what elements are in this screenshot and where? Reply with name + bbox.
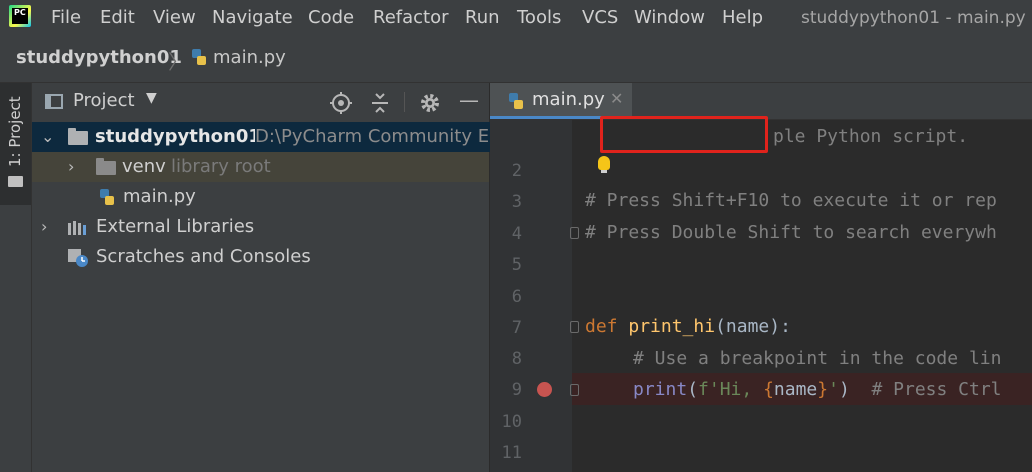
library-root-hint: library root bbox=[171, 156, 271, 177]
fold-marker-icon[interactable] bbox=[570, 321, 579, 333]
code-editor[interactable]: 2 3 4 5 6 7 8 9 10 11 ple Python script.… bbox=[490, 120, 1032, 472]
fold-marker-icon[interactable] bbox=[570, 227, 579, 239]
collapse-all-icon[interactable] bbox=[370, 92, 390, 114]
folder-icon bbox=[8, 176, 23, 187]
python-file-icon bbox=[100, 189, 114, 205]
fold-marker-icon[interactable] bbox=[570, 384, 579, 396]
tree-row-external-libraries[interactable]: › External Libraries bbox=[32, 212, 489, 242]
code-line-3: # Press Shift+F10 to execute it or rep bbox=[585, 190, 997, 211]
project-view-selector[interactable]: Project bbox=[73, 90, 135, 111]
fstring-var: name bbox=[773, 379, 818, 400]
line-number: 11 bbox=[501, 443, 522, 463]
code-line-9: print(f'Hi, {name}') # Press Ctrl bbox=[633, 379, 1002, 400]
line-number: 6 bbox=[511, 287, 522, 307]
tab-label: main.py bbox=[532, 89, 605, 110]
project-tool-tab-label[interactable]: 1: Project bbox=[6, 92, 26, 172]
menu-file[interactable]: File bbox=[51, 6, 81, 30]
tree-row-main-py[interactable]: main.py bbox=[32, 182, 489, 212]
paren-close: ) bbox=[838, 379, 850, 400]
project-root-name: studdypython01 bbox=[95, 126, 261, 147]
project-panel: Project ▼ — ⌄ studdypython01 D:\PyCharm bbox=[32, 83, 780, 472]
function-name: print_hi bbox=[628, 316, 716, 337]
breadcrumb-separator-icon: 〉 bbox=[168, 50, 188, 74]
breadcrumb: studdypython01 〉 main.py bbox=[0, 36, 1032, 83]
chevron-right-icon[interactable]: › bbox=[41, 212, 47, 242]
breadcrumb-file[interactable]: main.py bbox=[213, 47, 286, 68]
code-line-1-tail: ple Python script. bbox=[773, 126, 969, 147]
menu-refactor[interactable]: Refactor bbox=[373, 6, 449, 30]
scratches-icon bbox=[68, 249, 88, 267]
menu-navigate[interactable]: Navigate bbox=[212, 6, 293, 30]
fstring-brace-open: { bbox=[763, 379, 774, 400]
window-title: studdypython01 - main.py bbox=[801, 8, 1026, 28]
folder-icon bbox=[68, 128, 88, 145]
line-number: 8 bbox=[511, 349, 522, 369]
code-line-8: # Use a breakpoint in the code lin bbox=[633, 348, 1002, 369]
lightbulb-icon[interactable] bbox=[598, 156, 610, 173]
close-icon[interactable]: ✕ bbox=[610, 89, 623, 108]
pycharm-logo-icon: PC bbox=[9, 5, 31, 27]
venv-label: venv bbox=[122, 156, 166, 177]
hide-panel-icon[interactable]: — bbox=[459, 88, 479, 112]
line-number: 5 bbox=[511, 255, 522, 275]
menu-edit[interactable]: Edit bbox=[100, 6, 135, 30]
python-file-icon bbox=[192, 49, 206, 65]
menu-run[interactable]: Run bbox=[465, 6, 500, 30]
tree-row-venv[interactable]: › venv library root bbox=[32, 152, 489, 182]
menu-view[interactable]: View bbox=[153, 6, 196, 30]
editor-tab-bar: main.py ✕ bbox=[490, 83, 1032, 120]
fstring-brace-close: } bbox=[817, 379, 829, 400]
project-panel-header: Project ▼ — bbox=[32, 83, 489, 121]
library-icon bbox=[68, 221, 86, 235]
line-number: 2 bbox=[511, 161, 522, 181]
line-9-comment: # Press Ctrl bbox=[849, 379, 1002, 400]
function-params: (name): bbox=[715, 316, 791, 337]
line-number: 4 bbox=[511, 224, 522, 244]
python-file-icon bbox=[509, 93, 523, 109]
chevron-down-icon[interactable]: ▼ bbox=[146, 90, 157, 106]
scratches-label: Scratches and Consoles bbox=[96, 246, 311, 267]
paren-open: ( bbox=[687, 379, 699, 400]
menu-window[interactable]: Window bbox=[634, 6, 705, 30]
main-py-label: main.py bbox=[123, 186, 196, 207]
menu-tools[interactable]: Tools bbox=[517, 6, 561, 30]
gear-icon[interactable] bbox=[419, 92, 441, 114]
project-view-icon bbox=[45, 94, 63, 109]
code-line-7: def print_hi(name): bbox=[585, 316, 791, 337]
menu-code[interactable]: Code bbox=[308, 6, 354, 30]
locate-file-icon[interactable] bbox=[330, 92, 352, 114]
chevron-right-icon[interactable]: › bbox=[68, 152, 74, 182]
tree-row-scratches[interactable]: Scratches and Consoles bbox=[32, 242, 489, 272]
line-number: 9 bbox=[511, 380, 522, 400]
tree-row-project-root[interactable]: ⌄ studdypython01 D:\PyCharm Community Ed… bbox=[32, 122, 780, 152]
chevron-down-icon[interactable]: ⌄ bbox=[41, 122, 54, 152]
print-builtin: print bbox=[633, 379, 688, 400]
breakpoint-icon[interactable] bbox=[537, 382, 552, 397]
fstring-start: f'Hi, bbox=[698, 379, 764, 400]
menu-vcs[interactable]: VCS bbox=[582, 6, 618, 30]
code-line-4: # Press Double Shift to search everywh bbox=[585, 222, 997, 243]
line-number: 7 bbox=[511, 318, 522, 338]
tab-main-py[interactable]: main.py ✕ bbox=[490, 83, 632, 119]
line-number: 3 bbox=[511, 192, 522, 212]
folder-icon bbox=[96, 158, 116, 175]
menu-bar: PC File Edit View Navigate Code Refactor… bbox=[0, 0, 1032, 36]
line-number: 10 bbox=[501, 412, 522, 432]
def-keyword: def bbox=[585, 316, 618, 337]
fstring-end: ' bbox=[828, 379, 839, 400]
external-libraries-label: External Libraries bbox=[96, 216, 255, 237]
menu-help[interactable]: Help bbox=[722, 6, 763, 30]
header-divider bbox=[404, 92, 405, 112]
breadcrumb-project[interactable]: studdypython01 bbox=[16, 47, 182, 68]
